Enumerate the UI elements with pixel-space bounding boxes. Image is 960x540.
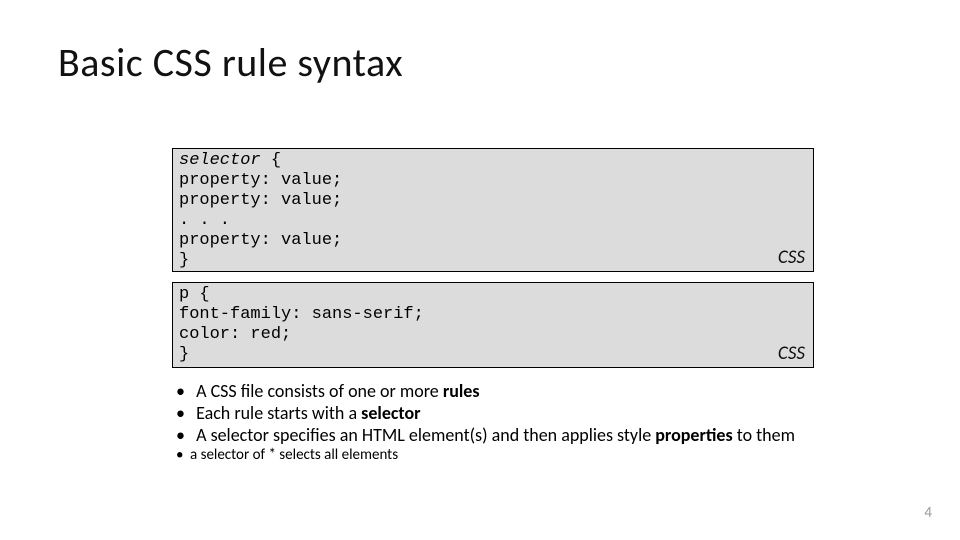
sub-bullet-list: a selector of * selects all elements — [176, 446, 826, 465]
code-line: selector { — [179, 151, 807, 171]
sub-bullet-item: a selector of * selects all elements — [176, 446, 826, 465]
bullet-text: A CSS file consists of one or more — [196, 380, 443, 402]
bullet-text: to them — [733, 424, 795, 446]
code-box-syntax: selector { property: value; property: va… — [172, 148, 814, 272]
bullet-bold: properties — [655, 424, 732, 446]
code-selector-token: selector — [179, 151, 261, 170]
bullet-item: A selector specifies an HTML element(s) … — [176, 424, 826, 465]
code-line: font-family: sans-serif; — [179, 305, 807, 325]
bullet-text: a selector of * selects all elements — [190, 446, 398, 464]
bullet-item: A CSS file consists of one or more rules — [176, 380, 826, 402]
bullet-text: Each rule starts with a — [196, 402, 361, 424]
code-text: { — [261, 151, 281, 170]
code-line: } — [179, 345, 807, 365]
bullet-text: A selector specifies an HTML element(s) … — [196, 424, 655, 446]
code-line: p { — [179, 285, 807, 305]
code-box-label: CSS — [778, 246, 805, 269]
code-line: property: value; — [179, 231, 807, 251]
code-line: property: value; — [179, 171, 807, 191]
slide: Basic CSS rule syntax selector { propert… — [0, 0, 960, 540]
code-line: } — [179, 251, 807, 271]
page-number: 4 — [924, 504, 932, 522]
code-box-example: p { font-family: sans-serif; color: red;… — [172, 282, 814, 368]
code-line: property: value; — [179, 191, 807, 211]
code-box-label: CSS — [778, 342, 805, 365]
bullet-item: Each rule starts with a selector — [176, 402, 826, 424]
bullet-list: A CSS file consists of one or more rules… — [176, 380, 826, 465]
code-line: . . . — [179, 211, 807, 231]
slide-title: Basic CSS rule syntax — [58, 38, 403, 87]
bullet-bold: rules — [443, 380, 480, 402]
bullet-bold: selector — [361, 402, 420, 424]
code-line: color: red; — [179, 325, 807, 345]
